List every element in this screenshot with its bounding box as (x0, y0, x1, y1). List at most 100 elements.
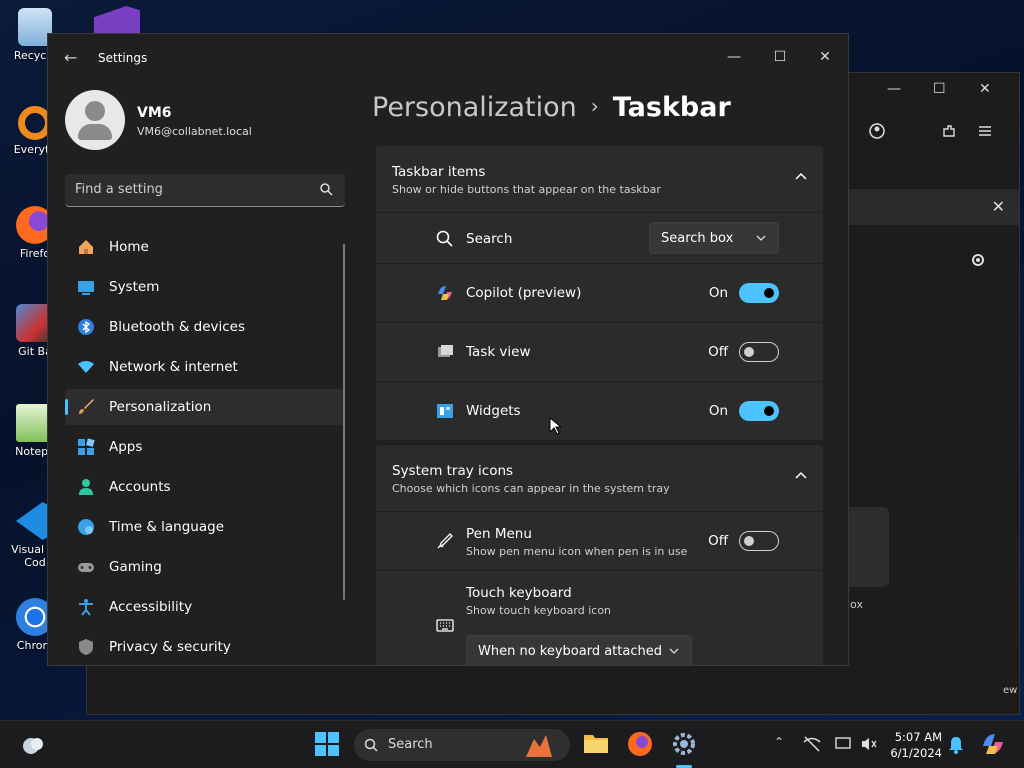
user-name: VM6 (137, 105, 172, 121)
sidebar-item-label: Bluetooth & devices (109, 319, 246, 335)
toggle-state-text: Off (708, 344, 728, 360)
sidebar-item-label: System (109, 279, 160, 295)
setting-label: Touch keyboard (466, 585, 572, 601)
close-button[interactable]: ✕ (805, 42, 845, 72)
network-disconnected-icon[interactable] (803, 736, 829, 762)
bg-notification-bar: ✕ (849, 189, 1019, 225)
toggle-state-text: Off (708, 533, 728, 549)
sidebar-item-time-language[interactable]: Time & language (65, 509, 345, 545)
chevron-up-icon[interactable] (795, 471, 807, 479)
sidebar-item-gaming[interactable]: Gaming (65, 549, 345, 585)
weather-icon[interactable] (20, 732, 46, 758)
sidebar-item-system[interactable]: System (65, 269, 345, 305)
home-icon (79, 240, 93, 254)
menu-icon[interactable] (977, 123, 993, 139)
setting-description: Show touch keyboard icon (466, 604, 612, 617)
avatar (65, 90, 125, 150)
clock-date: 6/1/2024 (890, 746, 942, 760)
gear-icon[interactable] (969, 251, 987, 269)
display-icon[interactable] (835, 736, 861, 762)
task-view-icon (438, 345, 453, 357)
chevron-down-icon (669, 648, 679, 654)
user-email: VM6@collabnet.local (137, 125, 252, 138)
system-icon (78, 281, 94, 295)
setting-label: Pen Menu (466, 526, 532, 542)
sidebar-item-label: Privacy & security (109, 639, 231, 655)
widgets-icon (437, 404, 453, 418)
copilot-taskbar-icon[interactable] (980, 731, 1006, 757)
taskbar-settings-content: Taskbar items Show or hide buttons that … (376, 146, 823, 665)
chevron-down-icon (756, 235, 766, 241)
system-tray-header[interactable]: System tray icons Choose which icons can… (376, 445, 823, 511)
find-setting-box (65, 174, 345, 207)
extensions-icon[interactable] (941, 123, 957, 139)
sidebar-item-home[interactable]: Home (65, 229, 345, 265)
search-highlight-icon (526, 735, 552, 757)
clock-time: 5:07 AM (894, 730, 942, 744)
setting-label: Widgets (466, 403, 521, 419)
task-view-toggle[interactable] (739, 342, 779, 362)
globe-icon (78, 519, 94, 535)
taskbar-search[interactable]: Search (354, 729, 570, 761)
sidebar-item-accounts[interactable]: Accounts (65, 469, 345, 505)
breadcrumb-parent[interactable]: Personalization (372, 92, 577, 123)
sidebar-item-bluetooth[interactable]: Bluetooth & devices (65, 309, 345, 345)
bg-minimize-button[interactable]: — (887, 81, 901, 97)
settings-taskbar-icon[interactable] (671, 731, 697, 757)
toggle-state-text: On (708, 403, 728, 419)
file-explorer-icon[interactable] (583, 731, 609, 757)
tray-overflow-chevron-icon[interactable]: ⌃ (774, 735, 784, 749)
setting-row-pen-menu: Pen Menu Show pen menu icon when pen is … (376, 512, 823, 570)
taskbar-search-label: Search (388, 737, 433, 752)
sidebar-item-personalization[interactable]: Personalization (65, 389, 345, 425)
visual-studio-icon[interactable] (94, 6, 140, 34)
page-title: Taskbar (612, 92, 731, 123)
sidebar-item-label: Time & language (109, 519, 225, 535)
start-windows-icon[interactable] (315, 732, 341, 758)
notification-bell-icon[interactable] (948, 736, 974, 762)
touch-keyboard-dropdown[interactable]: When no keyboard attached (466, 635, 692, 665)
setting-label: Search (466, 231, 513, 247)
mouse-cursor-icon (549, 417, 561, 435)
search-mode-dropdown[interactable]: Search box (649, 222, 779, 254)
maximize-button[interactable]: ☐ (760, 42, 800, 72)
search-icon[interactable] (320, 183, 333, 196)
setting-row-widgets: Widgets On (376, 382, 823, 440)
widgets-toggle[interactable] (739, 401, 779, 421)
bg-maximize-button[interactable]: ☐ (933, 81, 946, 97)
toggle-state-text: On (708, 285, 728, 301)
sidebar-item-accessibility[interactable]: Accessibility (65, 589, 345, 625)
firefox-taskbar-icon[interactable] (627, 731, 653, 757)
dropdown-value: When no keyboard attached (478, 644, 662, 659)
setting-label: Copilot (preview) (466, 285, 582, 301)
pen-menu-toggle[interactable] (739, 531, 779, 551)
account-icon[interactable] (869, 123, 885, 139)
gamepad-icon (78, 563, 94, 572)
app-title: Settings (98, 51, 148, 65)
keyboard-icon (436, 619, 454, 632)
dropdown-value: Search box (661, 231, 734, 246)
bluetooth-icon (78, 319, 94, 335)
settings-window: ← Settings — ☐ ✕ VM6 VM6@collabnet.local… (47, 33, 849, 666)
sidebar-scrollbar[interactable] (343, 244, 345, 600)
bg-close-bar-icon[interactable]: ✕ (992, 197, 1005, 216)
minimize-button[interactable]: — (714, 42, 754, 72)
volume-muted-icon[interactable] (860, 736, 886, 762)
find-setting-input[interactable] (65, 174, 305, 205)
bg-edge-text: ew (1003, 685, 1018, 696)
breadcrumb-separator: › (590, 94, 599, 118)
copilot-icon (438, 286, 452, 300)
copilot-toggle[interactable] (739, 283, 779, 303)
back-arrow-icon[interactable]: ← (64, 48, 77, 67)
section-title: Taskbar items (392, 164, 486, 180)
chevron-up-icon[interactable] (795, 172, 807, 180)
setting-row-search: Search Search box (376, 213, 823, 263)
setting-description: Show pen menu icon when pen is in use (466, 545, 688, 558)
sidebar-item-apps[interactable]: Apps (65, 429, 345, 465)
sidebar-item-privacy[interactable]: Privacy & security (65, 629, 345, 665)
taskbar-items-header[interactable]: Taskbar items Show or hide buttons that … (376, 146, 823, 212)
bg-close-button[interactable]: ✕ (979, 81, 991, 97)
sidebar-item-network[interactable]: Network & internet (65, 349, 345, 385)
clock[interactable]: 5:07 AM 6/1/2024 (888, 729, 942, 761)
sidebar-item-label: Home (109, 239, 149, 255)
